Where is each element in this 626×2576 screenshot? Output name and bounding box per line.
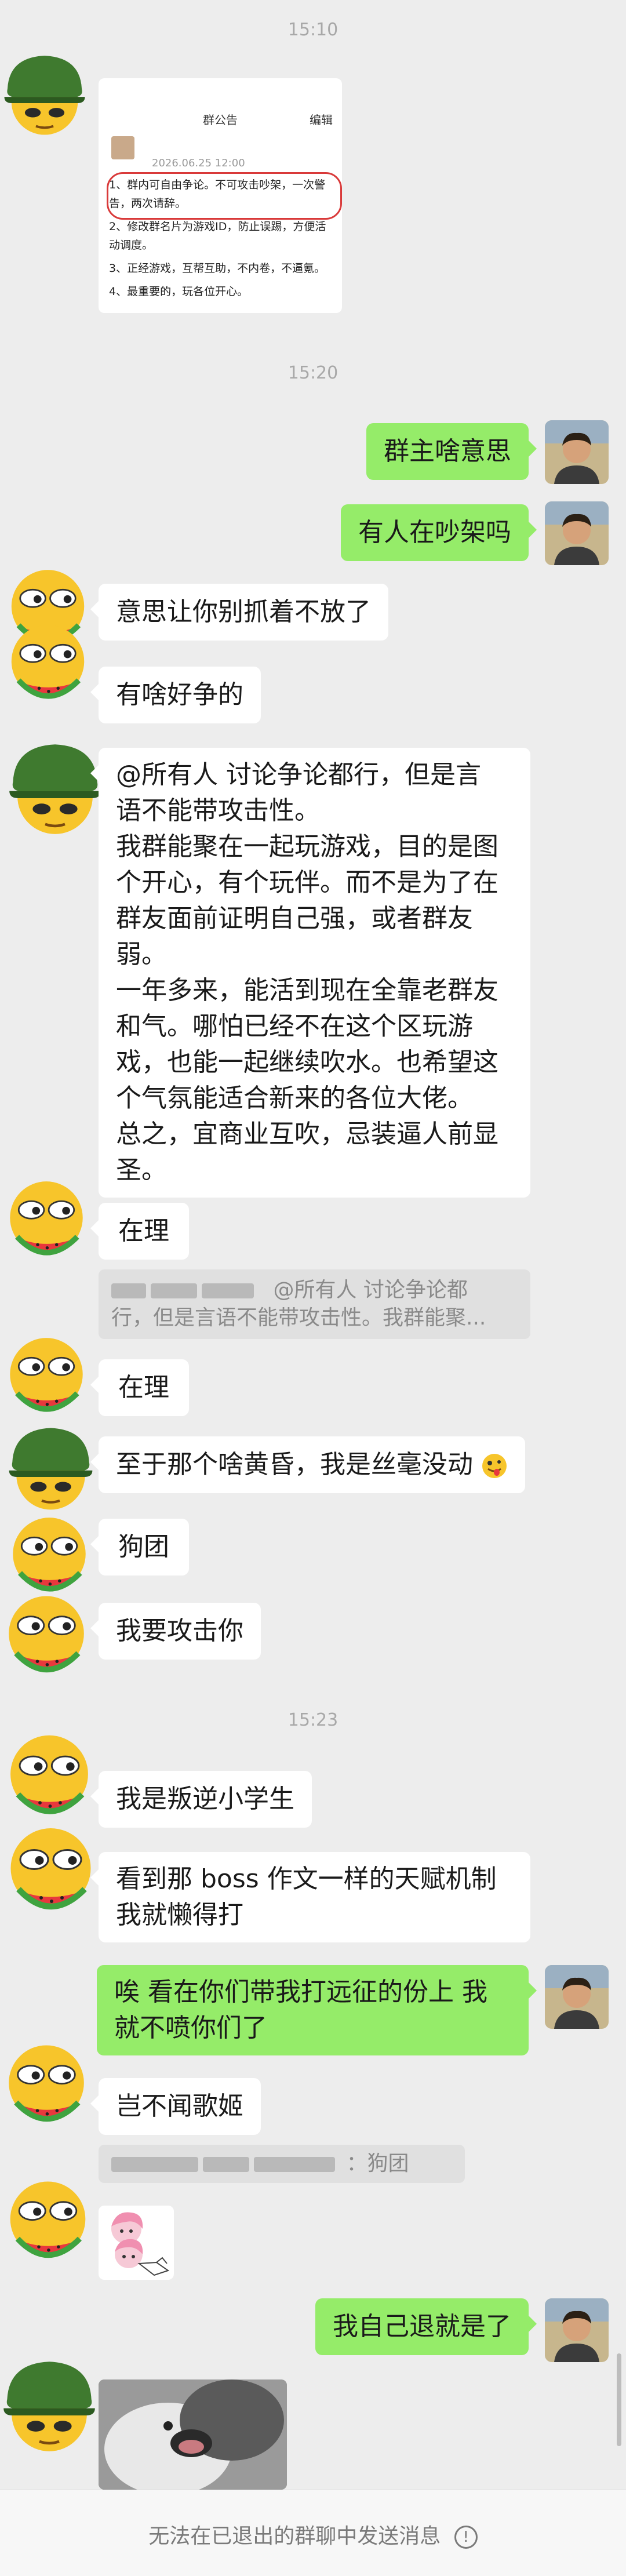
- avatar-melon[interactable]: [0, 1333, 93, 1420]
- message-bubble-incoming[interactable]: 我是叛逆小学生: [90, 1771, 312, 1828]
- message-bubble-outgoing[interactable]: 有人在吵架吗: [341, 504, 537, 561]
- message-bubble-outgoing[interactable]: 群主啥意思: [366, 423, 537, 480]
- message-line: @所有人 讨论争论都行，但是言: [116, 760, 481, 789]
- avatar-melon[interactable]: [0, 1177, 93, 1264]
- avatar-self[interactable]: [545, 501, 609, 565]
- message-bubble-incoming[interactable]: 岂不闻歌姬: [90, 2078, 261, 2135]
- message-line: 唉 看在你们带我打远征的份上 我: [114, 1977, 487, 2007]
- avatar-helmet[interactable]: [0, 2356, 99, 2455]
- blurred-name: [151, 1283, 197, 1298]
- blurred-name: [203, 2157, 249, 2172]
- avatar-helmet[interactable]: [0, 739, 110, 838]
- message-line: 我就懒得打: [116, 1900, 243, 1930]
- message-bubble-incoming[interactable]: 看到那 boss 作文一样的天赋机制 我就懒得打: [90, 1852, 530, 1942]
- blurred-name: [111, 1283, 146, 1298]
- timestamp: 15:20: [287, 363, 339, 383]
- quote-text: 行，但是言语不能带攻击性。我群能聚...: [111, 1306, 486, 1330]
- avatar-self[interactable]: [545, 1965, 609, 2029]
- silly-face-emoji-icon: [482, 1454, 507, 1478]
- message-line: 总之，宜商业互吹，忌装逼人前显: [116, 1119, 498, 1149]
- message-bubble-incoming[interactable]: 我要攻击你: [90, 1603, 261, 1660]
- message-line: 我群能聚在一起玩游戏，目的是图: [116, 832, 498, 861]
- message-line: 弱。: [116, 940, 167, 969]
- footer-notice: 无法在已退出的群聊中发送消息: [148, 2524, 441, 2548]
- message-line: 语不能带攻击性。: [116, 796, 320, 825]
- quoted-message[interactable]: @所有人 讨论争论都 行，但是言语不能带攻击性。我群能聚...: [99, 1269, 530, 1339]
- message-line: 和气。哪怕已经不在这个区玩游: [116, 1012, 473, 1041]
- blurred-name: [111, 2157, 198, 2172]
- message-bubble-incoming[interactable]: 有啥好争的: [90, 667, 261, 723]
- announcer-avatar: [111, 136, 134, 159]
- message-bubble-incoming[interactable]: 狗团: [90, 1519, 189, 1576]
- announcement-title: 群公告: [203, 113, 238, 127]
- message-bubble-incoming[interactable]: 至于那个啥黄昏，我是丝毫没动: [90, 1436, 525, 1493]
- timestamp: 15:23: [287, 1710, 339, 1730]
- quoted-message[interactable]: ：狗团: [99, 2145, 465, 2183]
- message-bubble-incoming[interactable]: @所有人 讨论争论都行，但是言 语不能带攻击性。 我群能聚在一起玩游戏，目的是图…: [90, 748, 530, 1198]
- message-bubble-outgoing[interactable]: 我自己退就是了: [315, 2298, 537, 2355]
- announcement-edit-button[interactable]: 编辑: [310, 111, 333, 128]
- sticker-image[interactable]: [99, 2206, 174, 2280]
- message-line: 圣。: [116, 1155, 167, 1185]
- avatar-melon[interactable]: [6, 1513, 93, 1600]
- message-line: 群友面前证明自己强，或者群友: [116, 904, 473, 933]
- avatar-helmet[interactable]: [1, 51, 88, 138]
- chat-footer: 无法在已退出的群聊中发送消息 !: [0, 2490, 626, 2576]
- message-line: 一年多来，能活到现在全靠老群友: [116, 976, 498, 1005]
- highlight-circle: [107, 172, 342, 220]
- message-line: 戏，也能一起继续吹水。也希望这: [116, 1047, 498, 1077]
- announcement-card[interactable]: 群公告 编辑 2026.06.25 12:00 1、群内可自由争论。不可攻击吵架…: [99, 78, 342, 313]
- avatar-helmet[interactable]: [0, 1423, 101, 1513]
- blurred-name: [254, 2157, 335, 2172]
- message-bubble-outgoing[interactable]: 唉 看在你们带我打远征的份上 我 就不喷你们了: [97, 1965, 537, 2055]
- quote-text: @所有人 讨论争论都: [273, 1278, 468, 1302]
- avatar-melon[interactable]: [0, 1730, 99, 1823]
- avatar-self[interactable]: [545, 420, 609, 484]
- quote-text: ：狗团: [346, 2152, 409, 2175]
- cat-photo-icon: [99, 2379, 287, 2490]
- photo-message[interactable]: [99, 2379, 287, 2490]
- scrollbar-thumb[interactable]: [617, 2353, 621, 2446]
- message-line: 就不喷你们了: [114, 2013, 267, 2043]
- avatar-self[interactable]: [545, 2298, 609, 2362]
- avatar-melon[interactable]: [0, 620, 96, 707]
- avatar-melon[interactable]: [0, 1823, 101, 1919]
- timestamp: 15:10: [287, 20, 339, 40]
- announcement-rule: 3、正经游戏，互帮互助，不内卷，不逼氪。: [109, 262, 326, 275]
- announcement-rule: 2、修改群名片为游戏ID，防止误踢，方便活动调度。: [109, 220, 326, 252]
- message-line: 看到那 boss 作文一样的天赋机制: [116, 1864, 497, 1894]
- announcement-rule: 4、最重要的，玩各位开心。: [109, 285, 249, 298]
- avatar-melon[interactable]: [0, 2040, 93, 2130]
- message-text: 至于那个啥黄昏，我是丝毫没动: [116, 1450, 473, 1479]
- message-bubble-incoming[interactable]: 意思让你别抓着不放了: [90, 584, 388, 641]
- message-bubble-incoming[interactable]: 在理: [90, 1203, 189, 1260]
- info-icon[interactable]: !: [454, 2526, 478, 2549]
- anime-sticker-icon: [111, 2212, 170, 2276]
- announcement-date: 2026.06.25 12:00: [152, 157, 245, 169]
- message-line: 个开心，有个玩伴。而不是为了在: [116, 868, 498, 897]
- message-bubble-incoming[interactable]: 在理: [90, 1359, 189, 1416]
- avatar-melon[interactable]: [0, 2177, 96, 2266]
- message-line: 个气氛能适合新来的各位大佬。: [116, 1083, 473, 1113]
- blurred-name: [202, 1283, 254, 1298]
- avatar-melon[interactable]: [0, 1591, 93, 1681]
